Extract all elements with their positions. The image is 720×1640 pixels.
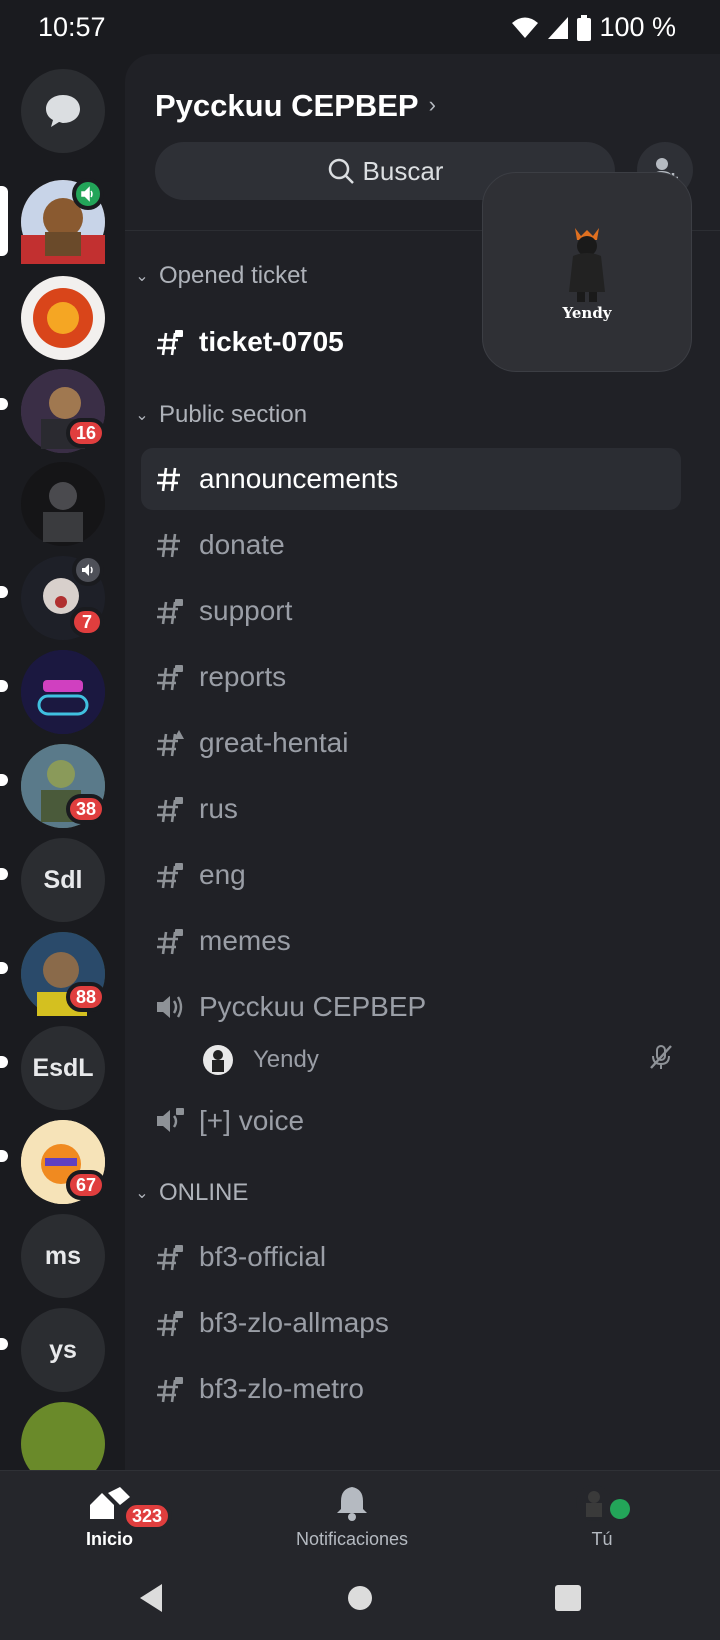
avatar [203, 1045, 233, 1075]
gamepad-icon [21, 650, 105, 734]
unread-indicator [0, 774, 8, 786]
channel-rus[interactable]: rus [141, 778, 681, 840]
bottom-navigation: Inicio 323 Notificaciones Tú [0, 1470, 720, 1562]
nav-notifications[interactable]: Notificaciones [296, 1485, 408, 1550]
server-phoenix[interactable] [21, 276, 105, 360]
server-esdl[interactable]: EsdL [21, 1026, 105, 1110]
channel-reports[interactable]: reports [141, 646, 681, 708]
channel-announcements[interactable]: announcements [141, 448, 681, 510]
unread-indicator [0, 680, 8, 692]
server-ms[interactable]: ms [21, 1214, 105, 1298]
server-soldier[interactable] [21, 462, 105, 546]
locked-hash-icon [141, 1374, 189, 1404]
unread-indicator [0, 1338, 8, 1350]
unread-indicator [0, 1150, 8, 1162]
locked-hash-icon [141, 794, 189, 824]
server-rail[interactable]: 16 7 38 Sdl 88 EsdL 67 ms ys [0, 54, 125, 1470]
locked-hash-icon [141, 860, 189, 890]
phoenix-icon [21, 276, 105, 360]
unread-count-badge: 67 [66, 1170, 107, 1200]
cell-signal-icon [548, 16, 569, 39]
unread-indicator [0, 1056, 8, 1068]
chevron-down-icon: ⌄ [135, 407, 149, 424]
status-bar: 10:57 100 % [0, 0, 720, 54]
locked-hash-icon [141, 327, 189, 357]
unread-count-badge: 7 [70, 607, 104, 637]
voice-active-icon [72, 178, 104, 210]
unread-indicator [0, 586, 8, 598]
channel-bf3-official[interactable]: bf3-official [141, 1226, 681, 1288]
unread-indicator [0, 868, 8, 880]
direct-messages-button[interactable] [21, 69, 105, 153]
voice-participant[interactable]: Yendy [203, 1038, 673, 1082]
category-online[interactable]: ⌄ ONLINE [133, 1179, 248, 1207]
category-opened-ticket[interactable]: ⌄ Opened ticket [133, 262, 307, 290]
battery-percent: 100 % [599, 12, 676, 42]
nsfw-hash-icon [141, 728, 189, 758]
category-public-section[interactable]: ⌄ Public section [133, 401, 307, 429]
home-circle-icon[interactable] [346, 1582, 374, 1614]
recents-square-icon[interactable] [554, 1582, 582, 1614]
wifi-icon [512, 17, 539, 38]
profile-avatar-icon [576, 1485, 630, 1521]
back-icon[interactable] [136, 1582, 166, 1614]
channel-bf3-zlo-allmaps[interactable]: bf3-zlo-allmaps [141, 1292, 681, 1354]
server-title[interactable]: Pycckuu CEPBEP › [155, 88, 436, 124]
chevron-down-icon: ⌄ [135, 268, 149, 285]
locked-hash-icon [141, 596, 189, 626]
server-ys[interactable]: ys [21, 1308, 105, 1392]
unread-count-badge: 38 [66, 794, 107, 824]
nav-you[interactable]: Tú [574, 1485, 630, 1550]
unread-count-badge: 323 [122, 1501, 173, 1531]
unread-count-badge: 16 [66, 418, 107, 448]
channel-donate[interactable]: donate [141, 514, 681, 576]
locked-hash-icon [141, 662, 189, 692]
mic-muted-icon [649, 1044, 673, 1077]
locked-hash-icon [141, 926, 189, 956]
chevron-down-icon: ⌄ [135, 1185, 149, 1202]
server-avatar-icon [21, 462, 105, 546]
channel-great-hentai[interactable]: great-hentai [141, 712, 681, 774]
channel-support[interactable]: support [141, 580, 681, 642]
nav-home[interactable]: Inicio 323 [86, 1485, 173, 1550]
channel-bf3-zlo-metro[interactable]: bf3-zlo-metro [141, 1358, 681, 1420]
clock: 10:57 [38, 12, 106, 42]
hash-icon [141, 465, 189, 493]
voice-channel-plus[interactable]: [+] voice [141, 1090, 681, 1152]
server-sdl[interactable]: Sdl [21, 838, 105, 922]
chevron-right-icon: › [428, 92, 436, 117]
chat-bubble-icon [46, 95, 80, 127]
bell-icon [337, 1487, 368, 1521]
user-avatar-icon [569, 228, 605, 302]
battery-icon [577, 14, 592, 41]
server-game[interactable] [21, 650, 105, 734]
hash-icon [141, 531, 189, 559]
server-14[interactable] [21, 1402, 105, 1470]
voice-channel-pycckuu[interactable]: Pycckuu CEPBEP [141, 976, 681, 1038]
locked-hash-icon [141, 1242, 189, 1272]
locked-hash-icon [141, 1308, 189, 1338]
selected-server-indicator [0, 186, 8, 256]
voice-pip-overlay[interactable]: Yendy [482, 172, 692, 372]
search-icon [328, 158, 354, 184]
pip-caption: Yendy [562, 304, 612, 322]
channel-eng[interactable]: eng [141, 844, 681, 906]
voice-muted-icon [72, 554, 104, 586]
locked-speaker-icon [141, 1106, 189, 1136]
speaker-icon [141, 993, 189, 1021]
unread-count-badge: 88 [66, 982, 107, 1012]
unread-indicator [0, 962, 8, 974]
channel-memes[interactable]: memes [141, 910, 681, 972]
system-navigation-bar [0, 1562, 720, 1640]
unread-indicator [0, 398, 8, 410]
